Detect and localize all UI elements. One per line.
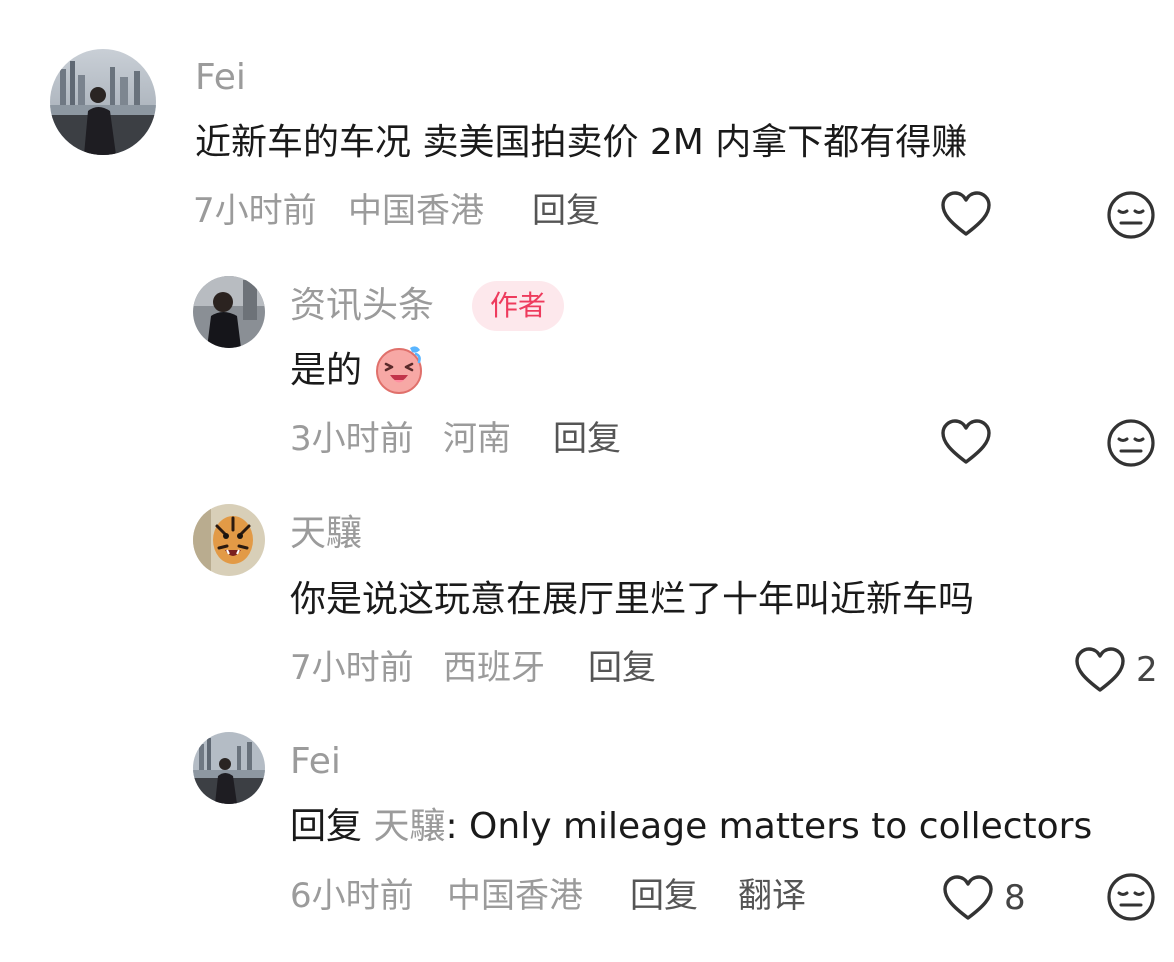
comment-time: 6小时前: [290, 876, 414, 916]
comment-thread: Fei 近新车的车况 卖美国拍卖价 2M 内拿下都有得赚 7小时前 中国香港 回…: [0, 0, 1174, 962]
reply-body: : Only mileage matters to collectors: [445, 806, 1093, 847]
comment-time: 3小时前: [290, 419, 414, 459]
heart-outline-icon[interactable]: [1074, 646, 1126, 694]
comment-time: 7小时前: [290, 648, 414, 688]
reply-button[interactable]: 回复: [553, 422, 621, 456]
comment-text: 你是说这玩意在展厅里烂了十年叫近新车吗: [290, 579, 975, 620]
comment-text: 近新车的车况 卖美国拍卖价 2M 内拿下都有得赚: [195, 122, 968, 163]
translate-button[interactable]: 翻译: [738, 879, 806, 913]
comment-location: 西班牙: [443, 648, 545, 688]
username[interactable]: 天驤: [290, 516, 362, 552]
like-count: 2: [1136, 650, 1158, 690]
meh-face-icon[interactable]: [1106, 872, 1156, 922]
username[interactable]: Fei: [290, 744, 341, 780]
reply-button[interactable]: 回复: [532, 194, 600, 228]
comment-location: 中国香港: [348, 191, 484, 231]
heart-outline-icon[interactable]: [942, 874, 994, 922]
author-badge: 作者: [472, 281, 565, 331]
mention-user[interactable]: 天驤: [373, 806, 445, 847]
avatar[interactable]: [193, 732, 265, 804]
heart-outline-icon[interactable]: [940, 190, 992, 238]
avatar[interactable]: [50, 49, 156, 155]
username[interactable]: Fei: [195, 60, 246, 96]
comment-text: 回复 天驤: Only mileage matters to collector…: [290, 809, 1092, 845]
laughing-sticker-icon: [376, 346, 422, 394]
avatar[interactable]: [193, 276, 265, 348]
meh-face-icon[interactable]: [1106, 190, 1156, 240]
comment-location: 河南: [443, 419, 511, 459]
username[interactable]: 资讯头条: [290, 288, 434, 324]
comment-text: 是的: [290, 350, 363, 391]
comment-location: 中国香港: [447, 876, 583, 916]
like-count: 8: [1004, 878, 1026, 918]
comment-time: 7小时前: [193, 191, 317, 231]
reply-prefix: 回复: [290, 806, 363, 847]
meh-face-icon[interactable]: [1106, 418, 1156, 468]
heart-outline-icon[interactable]: [940, 418, 992, 466]
reply-button[interactable]: 回复: [630, 879, 698, 913]
avatar[interactable]: [193, 504, 265, 576]
reply-button[interactable]: 回复: [588, 651, 656, 685]
